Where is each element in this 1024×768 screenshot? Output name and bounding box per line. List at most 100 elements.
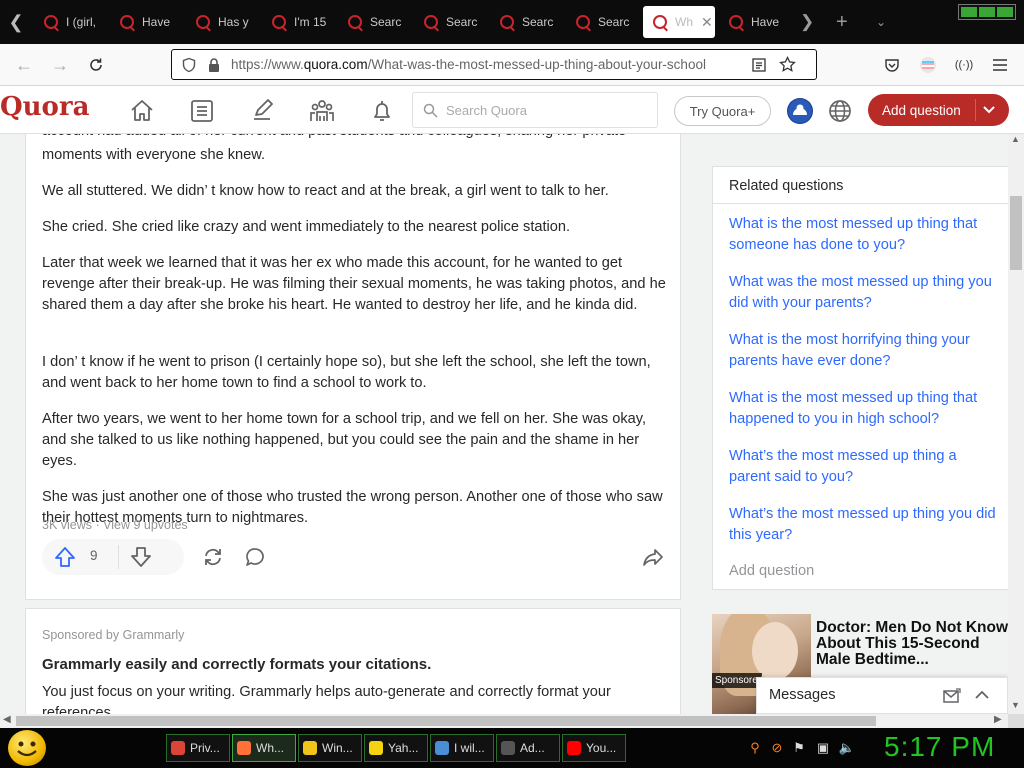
back-button[interactable]: ←	[12, 53, 36, 77]
related-question-link[interactable]: What is the most messed up thing that ha…	[729, 388, 997, 430]
menu-button[interactable]	[988, 53, 1012, 77]
taskbar-item[interactable]: Yah...	[364, 734, 428, 762]
url-text[interactable]: https://www.quora.com/What-was-the-most-…	[231, 57, 731, 72]
taskbar-item[interactable]: You...	[562, 734, 626, 762]
scroll-down-arrow-icon[interactable]: ▼	[1011, 700, 1020, 710]
taskbar-item-label: Ad...	[520, 741, 545, 755]
volume-tray-icon[interactable]: 🔈	[838, 739, 856, 757]
tabs-scroll-left-button[interactable]: ❮	[0, 0, 32, 44]
quora-favicon-icon	[576, 15, 590, 29]
forward-button[interactable]: →	[48, 53, 72, 77]
extension-flag-button[interactable]	[916, 53, 940, 77]
browser-tab[interactable]: Wh ✕	[643, 6, 715, 38]
scroll-up-arrow-icon[interactable]: ▲	[1011, 134, 1020, 144]
messages-panel[interactable]: Messages	[756, 677, 1008, 714]
related-question-link[interactable]: What is the most messed up thing that so…	[729, 214, 997, 256]
pocket-button[interactable]	[880, 53, 904, 77]
browser-tab[interactable]: Searc	[338, 6, 410, 38]
taskbar-item-label: Priv...	[190, 741, 220, 755]
browser-tab[interactable]: Have	[110, 6, 182, 38]
chevron-up-icon[interactable]	[975, 689, 989, 701]
avatar[interactable]	[787, 98, 813, 124]
taskbar-app-icon	[567, 741, 581, 755]
new-message-icon[interactable]	[943, 688, 961, 704]
browser-tab-label: Has y	[218, 15, 249, 29]
quora-logo[interactable]: Quora	[0, 92, 89, 122]
network-tray-icon[interactable]: ▣	[814, 739, 832, 757]
sponsored-label: Sponsored by Grammarly	[42, 628, 185, 642]
close-tab-icon[interactable]: ✕	[701, 14, 715, 31]
search-tray-icon[interactable]: ⚲	[746, 739, 764, 757]
answer-cut-line: account had added all of her current and…	[42, 134, 667, 142]
vertical-scrollbar[interactable]: ▲ ▼	[1008, 134, 1024, 714]
home-nav-button[interactable]	[128, 97, 156, 125]
reader-view-icon[interactable]	[751, 57, 767, 73]
upvote-arrow-icon	[55, 547, 75, 567]
notifications-nav-button[interactable]	[368, 97, 396, 125]
blocked-tray-icon[interactable]: ⊘	[768, 739, 786, 757]
answer-paragraph: We all stuttered. We didn’ t know how to…	[42, 183, 609, 199]
scroll-right-arrow-icon[interactable]: ▶	[994, 714, 1002, 725]
language-button[interactable]	[826, 97, 854, 125]
comment-button[interactable]	[242, 545, 268, 569]
add-question-link[interactable]: Add question	[729, 563, 814, 579]
battery-indicator-icon	[958, 4, 1016, 20]
lock-icon[interactable]	[207, 57, 221, 73]
chevron-down-icon[interactable]	[982, 99, 996, 121]
downvote-button[interactable]	[128, 545, 154, 569]
answer-action-bar: 9	[42, 539, 666, 575]
quora-favicon-icon	[424, 15, 438, 29]
address-bar[interactable]: https://www.quora.com/What-was-the-most-…	[171, 49, 817, 80]
flag-tray-icon[interactable]: ⚑	[790, 739, 808, 757]
spaces-nav-button[interactable]	[308, 97, 336, 125]
browser-tab[interactable]: I'm 15	[262, 6, 334, 38]
sponsored-card[interactable]: Sponsored by Grammarly Grammarly easily …	[25, 608, 681, 714]
browser-tab[interactable]: Searc	[414, 6, 486, 38]
start-button[interactable]	[8, 730, 46, 766]
taskbar-item[interactable]: Wh...	[232, 734, 296, 762]
browser-tab[interactable]: Searc	[566, 6, 638, 38]
ad-image-face	[752, 622, 798, 680]
related-question-link[interactable]: What was the most messed up thing you di…	[729, 272, 997, 314]
related-question-link[interactable]: What is the most horrifying thing your p…	[729, 330, 997, 372]
tabs-scroll-right-button[interactable]: ❯	[800, 0, 820, 44]
reload-button[interactable]	[84, 53, 108, 77]
share-button[interactable]	[640, 545, 666, 569]
taskbar-clock[interactable]: 5:17 PM	[884, 731, 995, 763]
taskbar-item[interactable]: Priv...	[166, 734, 230, 762]
ad-headline[interactable]: Doctor: Men Do Not Know About This 15-Se…	[816, 620, 1008, 668]
browser-tab-label: I'm 15	[294, 15, 327, 29]
new-tab-button[interactable]: +	[836, 0, 856, 44]
try-quora-plus-button[interactable]: Try Quora+	[674, 96, 771, 126]
browser-tab[interactable]: Searc	[490, 6, 562, 38]
browser-tab[interactable]: Has y	[186, 6, 258, 38]
related-question-link[interactable]: What’s the most messed up thing you did …	[729, 504, 997, 546]
browser-tab[interactable]: I (girl,	[34, 6, 106, 38]
horizontal-scrollbar[interactable]: ◀ ▶	[0, 714, 1008, 728]
shield-icon[interactable]	[181, 57, 197, 73]
upvote-button[interactable]	[52, 545, 78, 569]
list-all-tabs-button[interactable]: ⌄	[876, 0, 896, 44]
answer-paragraph: Later that week we learned that it was h…	[42, 255, 666, 313]
taskbar-item-label: I wil...	[454, 741, 485, 755]
view-upvotes-link[interactable]: View 9 upvotes	[103, 518, 188, 532]
search-input[interactable]: Search Quora	[412, 92, 658, 128]
vertical-scroll-thumb[interactable]	[1010, 196, 1022, 270]
sponsored-title[interactable]: Grammarly easily and correctly formats y…	[42, 656, 431, 673]
url-path: /What-was-the-most-messed-up-thing-about…	[367, 57, 706, 72]
extension-button[interactable]: ((·))	[952, 53, 976, 77]
share-repost-button[interactable]	[200, 545, 226, 569]
taskbar-item[interactable]: Ad...	[496, 734, 560, 762]
browser-tab[interactable]: Have	[719, 6, 791, 38]
add-question-button[interactable]: Add question	[868, 94, 1009, 126]
search-icon	[423, 103, 438, 118]
add-question-label: Add question	[882, 102, 961, 118]
bookmark-star-icon[interactable]	[779, 56, 796, 73]
scroll-left-arrow-icon[interactable]: ◀	[3, 714, 11, 725]
horizontal-scroll-thumb[interactable]	[16, 716, 876, 726]
following-nav-button[interactable]	[188, 97, 216, 125]
related-question-link[interactable]: What’s the most messed up thing a parent…	[729, 446, 997, 488]
taskbar-item[interactable]: Win...	[298, 734, 362, 762]
taskbar-item[interactable]: I wil...	[430, 734, 494, 762]
answer-nav-button[interactable]	[248, 97, 276, 125]
